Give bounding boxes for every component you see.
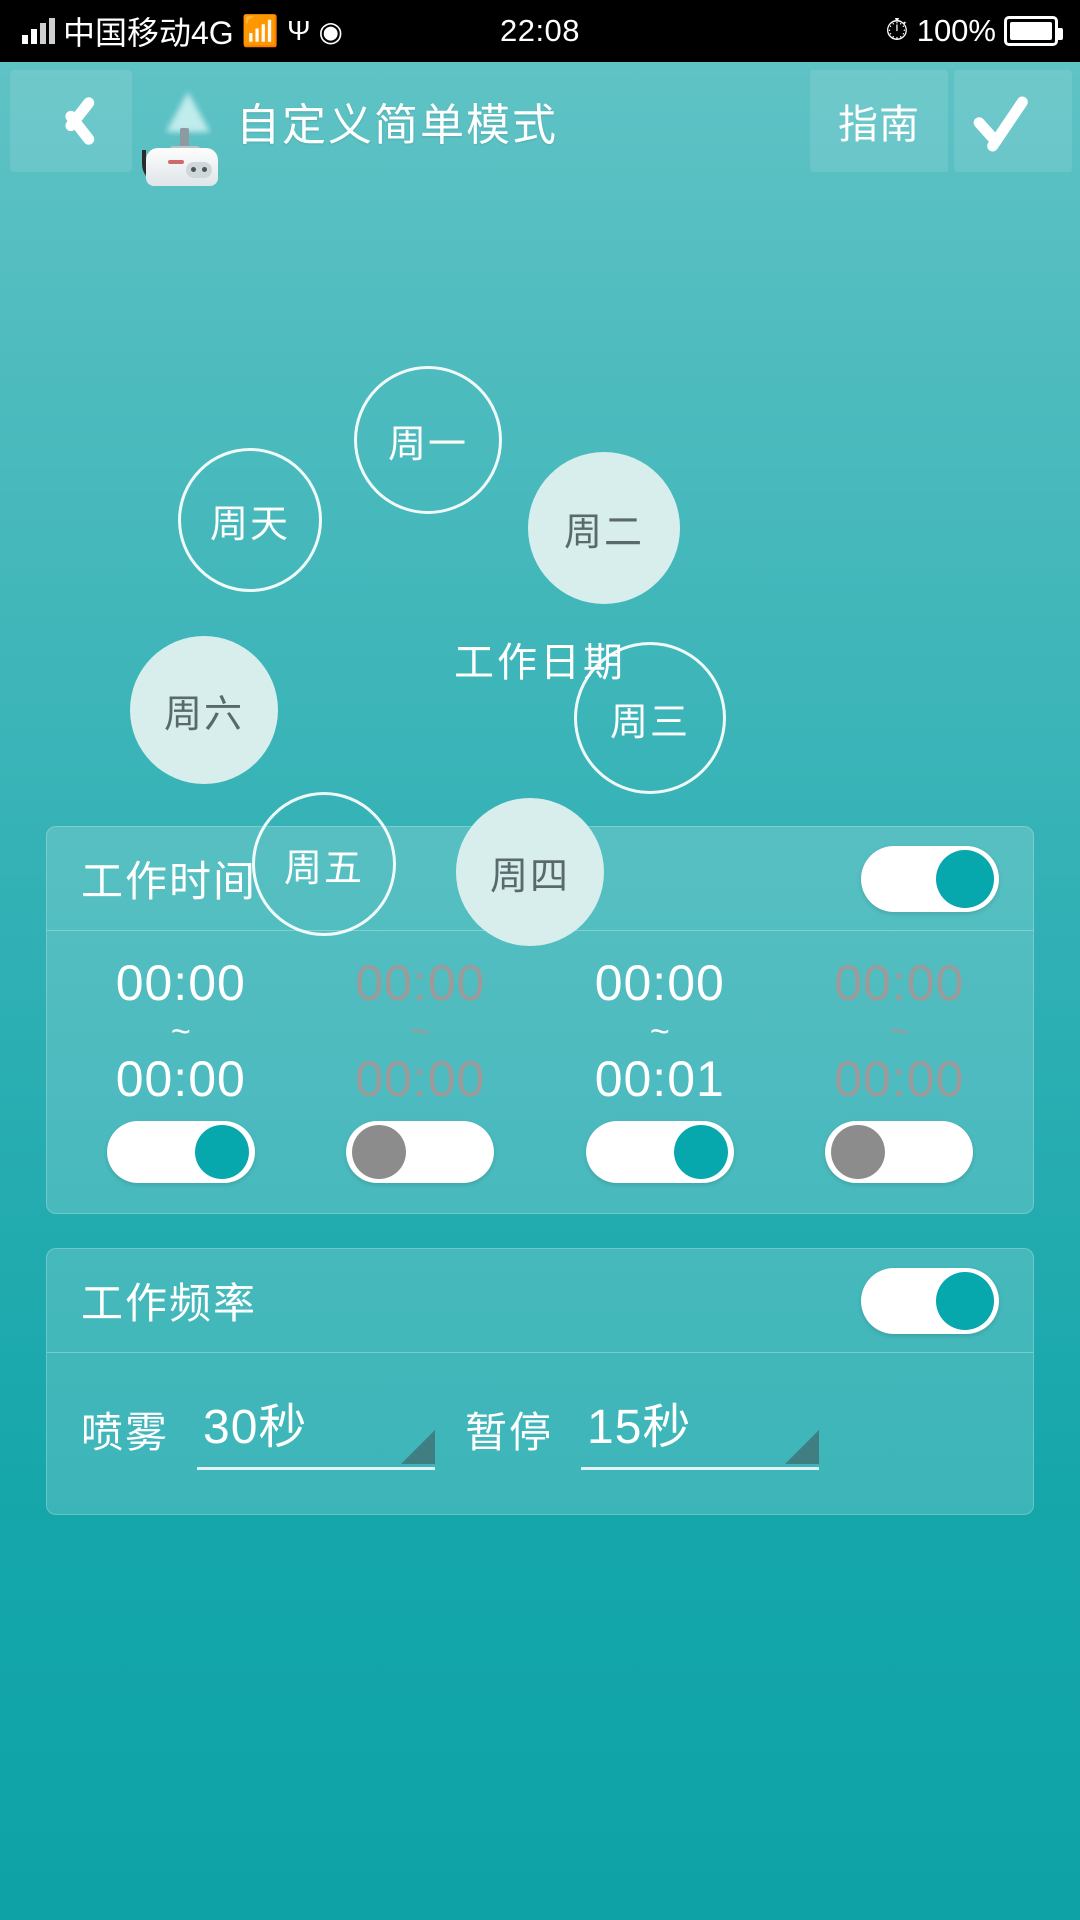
guide-button-label: 指南 xyxy=(838,103,920,147)
toggle-knob xyxy=(831,1125,886,1179)
alarm-clock-icon: ⏱ xyxy=(885,14,909,47)
status-bar-left: 中国移动4G 📶 Ψ ◉ xyxy=(22,8,343,54)
time-slot-2[interactable]: 00:00 ~ 00:00 xyxy=(301,955,541,1183)
time-slot-4-toggle[interactable] xyxy=(825,1121,974,1183)
spray-duration-spinner[interactable]: 30秒 xyxy=(197,1387,436,1470)
work-frequency-header: 工作频率 xyxy=(47,1249,1033,1353)
wifi-icon: 📶 xyxy=(241,14,280,48)
confirm-button[interactable] xyxy=(954,70,1072,172)
spray-label: 喷雾 xyxy=(81,1409,170,1456)
day-circle-thursday[interactable]: 周四 xyxy=(456,798,604,946)
chevron-left-icon xyxy=(53,90,89,152)
signal-icon xyxy=(22,18,55,44)
slot-separator: ~ xyxy=(170,1013,191,1051)
work-time-title: 工作时间 xyxy=(81,858,258,905)
day-label: 周三 xyxy=(609,701,690,744)
toggle-knob xyxy=(352,1125,407,1179)
sprayer-device-icon xyxy=(140,92,224,186)
spinner-triangle-icon xyxy=(785,1430,820,1464)
toggle-knob xyxy=(936,849,994,908)
day-circle-saturday[interactable]: 周六 xyxy=(130,636,278,784)
spinner-triangle-icon xyxy=(401,1430,436,1464)
device-illustration xyxy=(132,62,228,186)
day-label: 周一 xyxy=(387,423,468,466)
day-label: 周五 xyxy=(283,847,364,890)
android-robot-icon: ◉ xyxy=(318,15,343,47)
app-header: 自定义简单模式 指南 xyxy=(0,62,1080,186)
slot-end-time[interactable]: 00:01 xyxy=(595,1051,725,1107)
toggle-knob xyxy=(936,1271,994,1330)
work-frequency-panel: 工作频率 喷雾 30秒 暂停 15秒 xyxy=(46,1248,1034,1515)
time-slot-3-toggle[interactable] xyxy=(585,1121,734,1183)
slot-end-time[interactable]: 00:00 xyxy=(116,1051,246,1107)
time-slot-2-toggle[interactable] xyxy=(346,1121,495,1183)
toggle-knob xyxy=(194,1125,249,1179)
day-label: 周天 xyxy=(209,503,290,546)
battery-percent-label: 100% xyxy=(916,13,996,48)
check-icon xyxy=(976,84,1050,158)
status-bar-clock: 22:08 xyxy=(499,13,581,48)
work-frequency-controls: 喷雾 30秒 暂停 15秒 xyxy=(47,1353,1033,1514)
pause-duration-spinner[interactable]: 15秒 xyxy=(581,1387,820,1470)
day-label: 周四 xyxy=(489,855,570,898)
guide-button[interactable]: 指南 xyxy=(810,70,948,172)
page-title: 自定义简单模式 xyxy=(236,101,558,150)
toggle-knob xyxy=(673,1125,728,1179)
time-slot-1[interactable]: 00:00 ~ 00:00 xyxy=(61,955,301,1183)
time-slot-1-toggle[interactable] xyxy=(106,1121,255,1183)
day-label: 周六 xyxy=(163,693,244,736)
time-slot-4[interactable]: 00:00 ~ 00:00 xyxy=(780,955,1020,1183)
day-circle-wednesday[interactable]: 周三 xyxy=(574,642,726,794)
work-days-selector: 工作日期 周一 周二 周三 周四 周五 周六 周天 xyxy=(0,180,1080,946)
slot-separator: ~ xyxy=(889,1013,910,1051)
pause-label: 暂停 xyxy=(465,1409,554,1456)
day-circle-friday[interactable]: 周五 xyxy=(252,792,396,936)
work-frequency-title: 工作频率 xyxy=(81,1280,258,1327)
usb-icon: Ψ xyxy=(287,15,311,46)
work-time-slot-list: 00:00 ~ 00:00 00:00 ~ 00:00 00:00 ~ 00:0… xyxy=(47,931,1033,1213)
slot-separator: ~ xyxy=(649,1013,670,1051)
slot-start-time[interactable]: 00:00 xyxy=(116,955,246,1011)
slot-end-time[interactable]: 00:00 xyxy=(355,1051,485,1107)
status-bar: 中国移动4G 📶 Ψ ◉ 22:08 ⏱ 100% xyxy=(0,0,1080,62)
battery-icon xyxy=(1004,16,1063,46)
slot-start-time[interactable]: 00:00 xyxy=(355,955,485,1011)
day-circle-tuesday[interactable]: 周二 xyxy=(528,452,680,604)
slot-start-time[interactable]: 00:00 xyxy=(595,955,725,1011)
back-button[interactable] xyxy=(10,70,132,172)
slot-start-time[interactable]: 00:00 xyxy=(834,955,964,1011)
day-circle-monday[interactable]: 周一 xyxy=(354,366,502,514)
time-slot-3[interactable]: 00:00 ~ 00:01 xyxy=(540,955,780,1183)
day-circle-sunday[interactable]: 周天 xyxy=(178,448,322,592)
work-frequency-master-toggle[interactable] xyxy=(861,1267,999,1334)
slot-separator: ~ xyxy=(410,1013,431,1051)
day-label: 周二 xyxy=(563,511,644,554)
status-bar-right: ⏱ 100% xyxy=(885,13,1063,49)
work-time-master-toggle[interactable] xyxy=(861,845,999,912)
carrier-label: 中国移动4G xyxy=(63,15,234,51)
slot-end-time[interactable]: 00:00 xyxy=(834,1051,964,1107)
